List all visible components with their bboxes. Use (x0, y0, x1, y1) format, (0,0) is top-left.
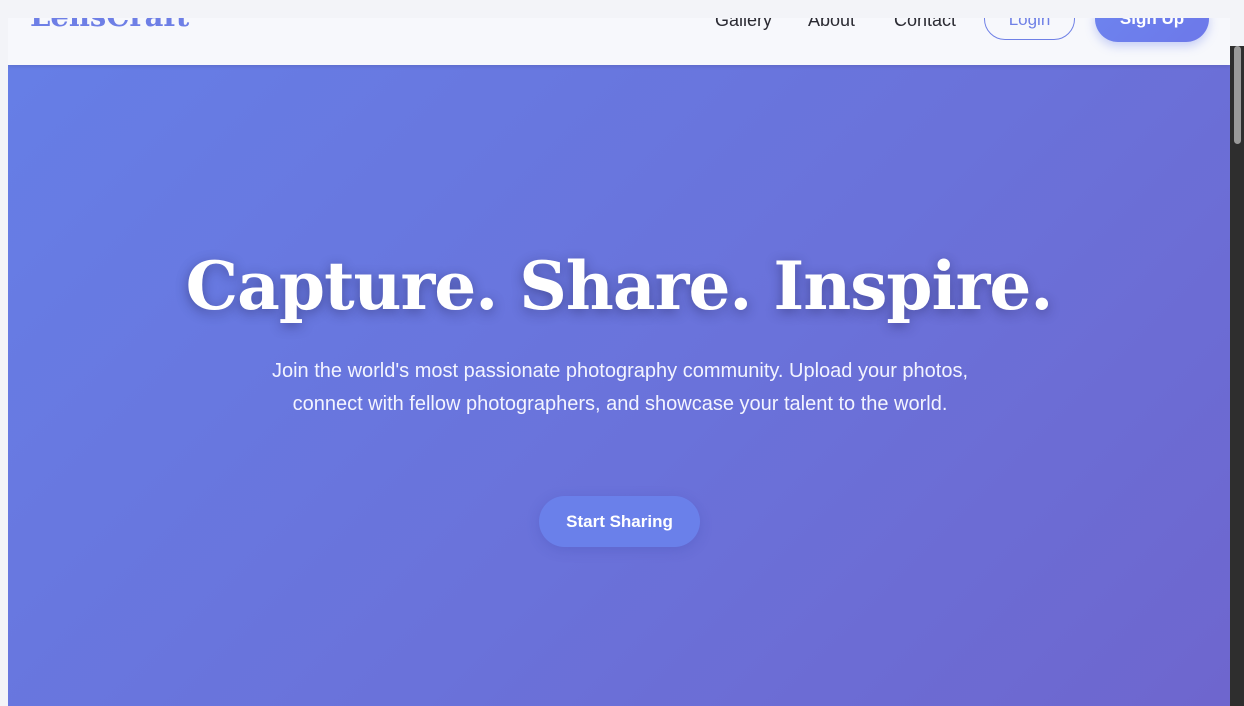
signup-button[interactable]: Sign Up (1095, 18, 1209, 42)
nav-link-gallery[interactable]: Gallery (715, 18, 772, 31)
hero-section: Capture. Share. Inspire. Join the world'… (8, 65, 1230, 706)
vertical-scrollbar[interactable] (1230, 46, 1244, 706)
logo[interactable]: LensCraft (30, 18, 189, 34)
navbar: LensCraft Gallery About Contact Login Si… (8, 18, 1230, 65)
scrollbar-thumb[interactable] (1234, 46, 1241, 144)
nav-link-about[interactable]: About (808, 18, 855, 31)
nav-link-contact[interactable]: Contact (894, 18, 956, 31)
hero-title: Capture. Share. Inspire. (185, 247, 1054, 325)
start-sharing-button[interactable]: Start Sharing (539, 496, 700, 547)
hero-description: Join the world's most passionate photogr… (271, 360, 969, 415)
page: LensCraft Gallery About Contact Login Si… (8, 18, 1230, 706)
login-button[interactable]: Login (984, 18, 1075, 40)
browser-viewport: LensCraft Gallery About Contact Login Si… (0, 0, 1244, 706)
